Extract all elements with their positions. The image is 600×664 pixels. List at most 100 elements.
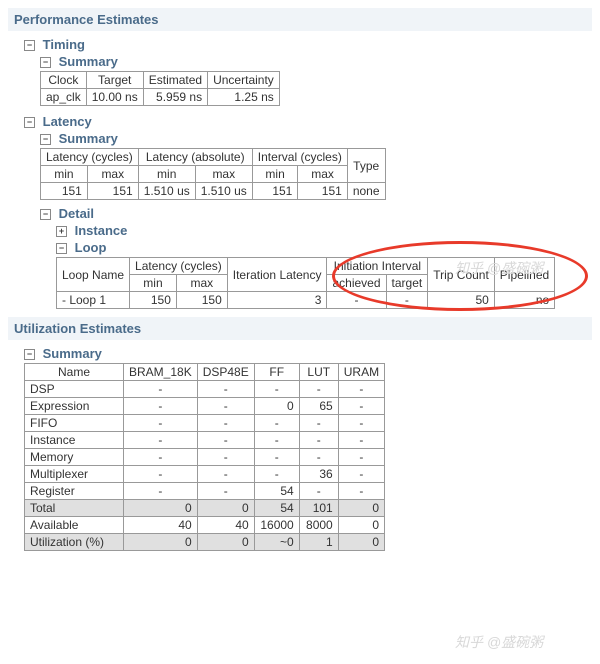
cell: - — [197, 432, 254, 449]
cell: 0 — [124, 534, 198, 551]
cell: 101 — [299, 500, 338, 517]
col-pipelined: Pipelined — [494, 258, 554, 292]
cell: - — [197, 483, 254, 500]
collapse-icon[interactable]: − — [40, 209, 51, 220]
loop-header[interactable]: − Loop — [56, 240, 592, 255]
col-dsp: DSP48E — [197, 364, 254, 381]
cell: 0 — [197, 500, 254, 517]
cell: 8000 — [299, 517, 338, 534]
cell: - — [254, 381, 299, 398]
cell: 0 — [254, 398, 299, 415]
cell: 54 — [254, 500, 299, 517]
cell: - — [124, 415, 198, 432]
timing-summary-title: Summary — [59, 54, 118, 69]
cell-loop-name: - Loop 1 — [57, 292, 130, 309]
col-clock: Clock — [41, 72, 87, 89]
expand-icon[interactable]: + — [56, 226, 67, 237]
latency-summary-header[interactable]: − Summary — [40, 131, 592, 146]
cell: - — [299, 483, 338, 500]
cell-uncertainty: 1.25 ns — [208, 89, 280, 106]
col-trip-count: Trip Count — [428, 258, 495, 292]
table-row: Name BRAM_18K DSP48E FF LUT URAM — [25, 364, 385, 381]
col-iter-latency: Iteration Latency — [227, 258, 327, 292]
cell: - — [338, 398, 384, 415]
util-summary-header[interactable]: − Summary — [24, 346, 592, 361]
cell-name: Utilization (%) — [25, 534, 124, 551]
cell-name: FIFO — [25, 415, 124, 432]
cell: 50 — [428, 292, 495, 309]
cell: - — [254, 449, 299, 466]
col-min: min — [41, 166, 88, 183]
collapse-icon[interactable]: − — [24, 117, 35, 128]
cell: - — [386, 292, 428, 309]
cell: - — [299, 432, 338, 449]
cell-estimated: 5.959 ns — [143, 89, 207, 106]
cell-name: DSP — [25, 381, 124, 398]
table-row: Instance----- — [25, 432, 385, 449]
cell: - — [254, 415, 299, 432]
col-init-interval: Initiation Interval — [327, 258, 428, 275]
collapse-icon[interactable]: − — [56, 243, 67, 254]
cell: - — [338, 466, 384, 483]
col-max: max — [176, 275, 227, 292]
table-row: Loop Name Latency (cycles) Iteration Lat… — [57, 258, 555, 275]
cell-name: Available — [25, 517, 124, 534]
cell: 151 — [41, 183, 88, 200]
cell: - — [327, 292, 386, 309]
col-estimated: Estimated — [143, 72, 207, 89]
cell: - — [338, 483, 384, 500]
cell: no — [494, 292, 554, 309]
latency-header[interactable]: − Latency — [24, 114, 592, 129]
cell-target: 10.00 ns — [86, 89, 143, 106]
col-max: max — [87, 166, 138, 183]
cell: 40 — [197, 517, 254, 534]
collapse-icon[interactable]: − — [40, 57, 51, 68]
cell: 0 — [197, 534, 254, 551]
timing-summary-header[interactable]: − Summary — [40, 54, 592, 69]
latency-title: Latency — [43, 114, 92, 129]
col-latency: Latency (cycles) — [130, 258, 228, 275]
collapse-icon[interactable]: − — [24, 40, 35, 51]
detail-header[interactable]: − Detail — [40, 206, 592, 221]
cell: 0 — [338, 517, 384, 534]
table-row: DSP----- — [25, 381, 385, 398]
cell: 1 — [299, 534, 338, 551]
instance-header[interactable]: + Instance — [56, 223, 592, 238]
table-row: ap_clk 10.00 ns 5.959 ns 1.25 ns — [41, 89, 280, 106]
performance-estimates-title: Performance Estimates — [8, 8, 592, 31]
cell: - — [124, 466, 198, 483]
cell: - — [197, 466, 254, 483]
cell: - — [124, 483, 198, 500]
cell: 150 — [130, 292, 177, 309]
cell: - — [299, 415, 338, 432]
cell-name: Total — [25, 500, 124, 517]
col-max: max — [195, 166, 252, 183]
cell: 36 — [299, 466, 338, 483]
cell: - — [124, 432, 198, 449]
cell: - — [124, 381, 198, 398]
col-interval: Interval (cycles) — [252, 149, 347, 166]
cell-clock: ap_clk — [41, 89, 87, 106]
table-row: Register--54-- — [25, 483, 385, 500]
watermark-text: 知乎 @盛碗粥 — [455, 632, 543, 652]
cell: - — [254, 432, 299, 449]
loop-title: Loop — [75, 240, 107, 255]
cell: 0 — [124, 500, 198, 517]
cell: 1.510 us — [195, 183, 252, 200]
col-target: Target — [86, 72, 143, 89]
col-lut: LUT — [299, 364, 338, 381]
collapse-icon[interactable]: − — [40, 134, 51, 145]
table-row: min max min max min max — [41, 166, 386, 183]
table-row: 151 151 1.510 us 1.510 us 151 151 none — [41, 183, 386, 200]
timing-header[interactable]: − Timing — [24, 37, 592, 52]
cell: - — [338, 381, 384, 398]
table-row: Expression--065- — [25, 398, 385, 415]
utilization-table: Name BRAM_18K DSP48E FF LUT URAM DSP----… — [24, 363, 385, 551]
cell: 1.510 us — [138, 183, 195, 200]
collapse-icon[interactable]: − — [24, 349, 35, 360]
cell: - — [197, 449, 254, 466]
col-bram: BRAM_18K — [124, 364, 198, 381]
cell: 40 — [124, 517, 198, 534]
cell: - — [124, 449, 198, 466]
cell: 151 — [298, 183, 347, 200]
